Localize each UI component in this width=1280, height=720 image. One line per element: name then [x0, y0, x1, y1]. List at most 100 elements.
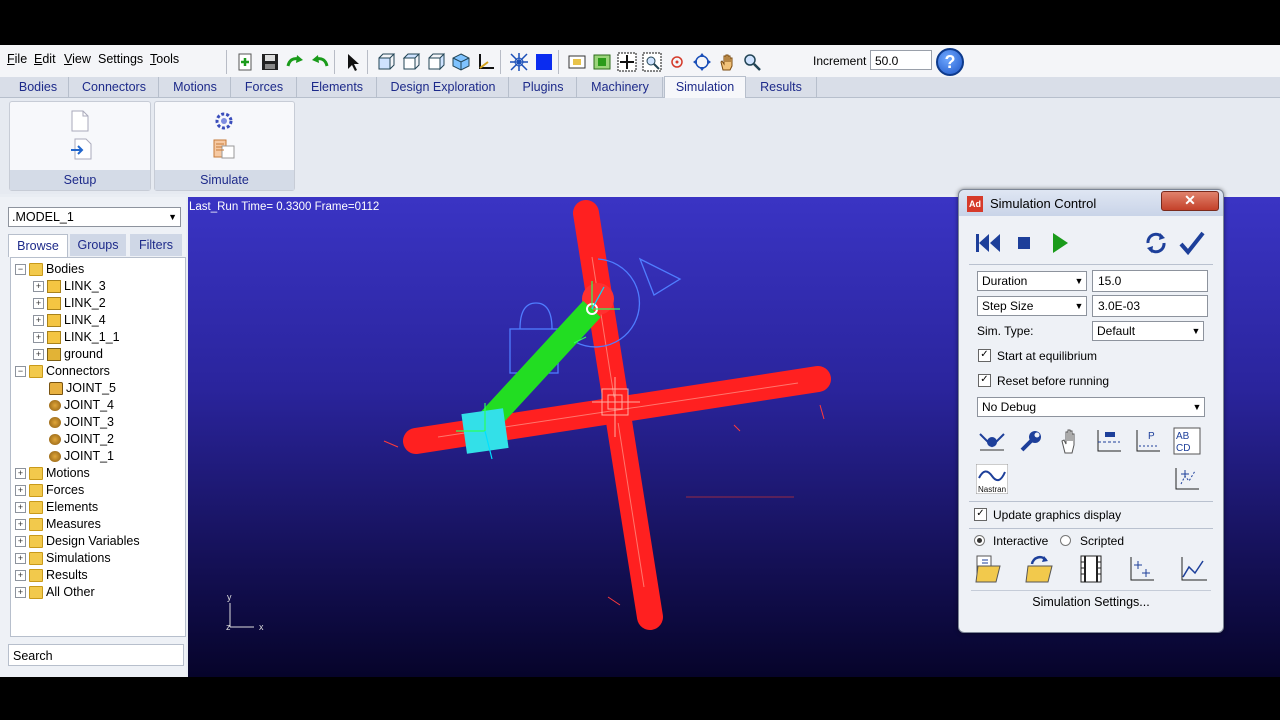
debug-select[interactable]: No Debug ▼ [977, 397, 1205, 417]
play-button[interactable] [1043, 226, 1077, 260]
tree-design-variables[interactable]: + Design Variables [15, 533, 140, 550]
scripted-radio[interactable] [1060, 535, 1071, 546]
search-input[interactable]: Search [8, 644, 184, 666]
expand-icon[interactable]: + [15, 587, 26, 599]
expand-icon[interactable]: + [33, 315, 44, 327]
expand-icon[interactable]: + [15, 553, 26, 565]
ok-button[interactable] [1175, 226, 1209, 260]
interactive-hand-tool[interactable] [1053, 424, 1087, 458]
tab-groups[interactable]: Groups [70, 234, 126, 256]
collapse-icon[interactable]: − [15, 264, 26, 276]
tree-motions[interactable]: + Motions [15, 465, 90, 482]
expand-icon[interactable]: + [15, 536, 26, 548]
tree-joint1[interactable]: JOINT_1 [49, 448, 114, 465]
menu-edit[interactable]: Edit [34, 52, 56, 66]
postprocessor-tool[interactable] [1125, 552, 1159, 586]
increment-input[interactable]: 50.0 [870, 50, 932, 70]
expand-icon[interactable]: + [15, 485, 26, 497]
tree-connectors[interactable]: − Connectors [15, 363, 110, 380]
new-model-icon[interactable] [234, 51, 256, 73]
fit-view-icon[interactable] [591, 51, 613, 73]
tab-forces[interactable]: Forces [232, 77, 297, 97]
view-top-icon[interactable] [400, 51, 422, 73]
expand-icon[interactable]: + [33, 349, 44, 361]
stop-button[interactable] [1007, 226, 1041, 260]
abcd-tool[interactable]: AB CD [1170, 424, 1204, 458]
view-iso-icon[interactable] [450, 51, 472, 73]
simulation-settings-button[interactable]: Simulation Settings... [971, 590, 1211, 613]
axes-icon[interactable] [475, 51, 497, 73]
tab-simulation[interactable]: Simulation [664, 76, 746, 99]
tab-bodies[interactable]: Bodies [8, 77, 69, 97]
view-front-icon[interactable] [375, 51, 397, 73]
tree-forces[interactable]: + Forces [15, 482, 84, 499]
tree-joint4[interactable]: JOINT_4 [49, 397, 114, 414]
parameter-plot-tool[interactable]: P [1131, 424, 1165, 458]
render-wireframe-icon[interactable] [508, 51, 530, 73]
tree-link11[interactable]: + LINK_1_1 [33, 329, 120, 346]
setup-group[interactable]: Setup [9, 101, 151, 191]
update-graphics-checkbox[interactable]: ✓ [974, 508, 987, 521]
zoom-icon[interactable] [741, 51, 763, 73]
tree-results[interactable]: + Results [15, 567, 88, 584]
settings-wrench-tool[interactable] [1014, 424, 1048, 458]
tab-motions[interactable]: Motions [160, 77, 231, 97]
tab-connectors[interactable]: Connectors [70, 77, 159, 97]
rewind-button[interactable] [971, 226, 1005, 260]
tree-bodies[interactable]: − Bodies [15, 261, 84, 278]
tree-all-other[interactable]: + All Other [15, 584, 95, 601]
tree-joint2[interactable]: JOINT_2 [49, 431, 114, 448]
expand-icon[interactable]: + [33, 281, 44, 293]
tree-joint5[interactable]: JOINT_5 [49, 380, 116, 397]
zoom-window-icon[interactable] [566, 51, 588, 73]
sensor-tool[interactable] [1092, 424, 1126, 458]
zoom-box-icon[interactable] [641, 51, 663, 73]
select-arrow-icon[interactable] [342, 51, 364, 73]
render-solid-icon[interactable] [533, 51, 555, 73]
animation-tool[interactable] [1074, 552, 1108, 586]
tab-elements[interactable]: Elements [298, 77, 377, 97]
tree-simulations[interactable]: + Simulations [15, 550, 111, 567]
tree-joint3[interactable]: JOINT_3 [49, 414, 114, 431]
duration-type-select[interactable]: Duration ▼ [977, 271, 1087, 291]
view-side-icon[interactable] [425, 51, 447, 73]
expand-icon[interactable]: + [33, 332, 44, 344]
tree-measures[interactable]: + Measures [15, 516, 101, 533]
reset-before-running-checkbox[interactable]: ✓ [978, 374, 991, 387]
pan-hand-icon[interactable] [716, 51, 738, 73]
tab-results[interactable]: Results [746, 77, 817, 97]
reset-button[interactable] [1139, 226, 1173, 260]
expand-icon[interactable]: + [15, 468, 26, 480]
tab-plugins[interactable]: Plugins [510, 77, 577, 97]
step-type-select[interactable]: Step Size ▼ [977, 296, 1087, 316]
help-button[interactable]: ? [936, 48, 964, 76]
expand-icon[interactable]: + [15, 519, 26, 531]
tree-elements[interactable]: + Elements [15, 499, 98, 516]
zoom-fit-icon[interactable] [616, 51, 638, 73]
scatter-plot-tool[interactable] [1170, 462, 1204, 496]
menu-file[interactable]: File [7, 52, 27, 66]
menu-settings[interactable]: Settings [98, 52, 143, 66]
start-equilibrium-checkbox[interactable]: ✓ [978, 349, 991, 362]
rotate-icon[interactable] [691, 51, 713, 73]
menu-tools[interactable]: Tools [150, 52, 179, 66]
center-icon[interactable] [666, 51, 688, 73]
tab-design-exploration[interactable]: Design Exploration [378, 77, 509, 97]
save-run-tool[interactable] [971, 552, 1005, 586]
tab-machinery[interactable]: Machinery [578, 77, 663, 97]
expand-icon[interactable]: + [15, 570, 26, 582]
load-run-tool[interactable] [1022, 552, 1056, 586]
model-selector[interactable]: .MODEL_1 ▼ [8, 207, 181, 227]
sim-type-select[interactable]: Default ▼ [1092, 321, 1204, 341]
tree-ground[interactable]: + ground [33, 346, 103, 363]
nastran-tool[interactable]: Nastran [975, 462, 1009, 496]
simulate-group[interactable]: Simulate [154, 101, 295, 191]
simulation-gear-icon[interactable] [214, 111, 234, 131]
expand-icon[interactable]: + [33, 298, 44, 310]
tree-link3[interactable]: + LINK_3 [33, 278, 106, 295]
equilibrium-tool[interactable] [975, 424, 1009, 458]
tab-browse[interactable]: Browse [8, 234, 68, 257]
tree-link4[interactable]: + LINK_4 [33, 312, 106, 329]
run-simulation-icon[interactable] [212, 138, 236, 160]
dialog-titlebar[interactable]: Ad Simulation Control ✕ [959, 190, 1223, 216]
